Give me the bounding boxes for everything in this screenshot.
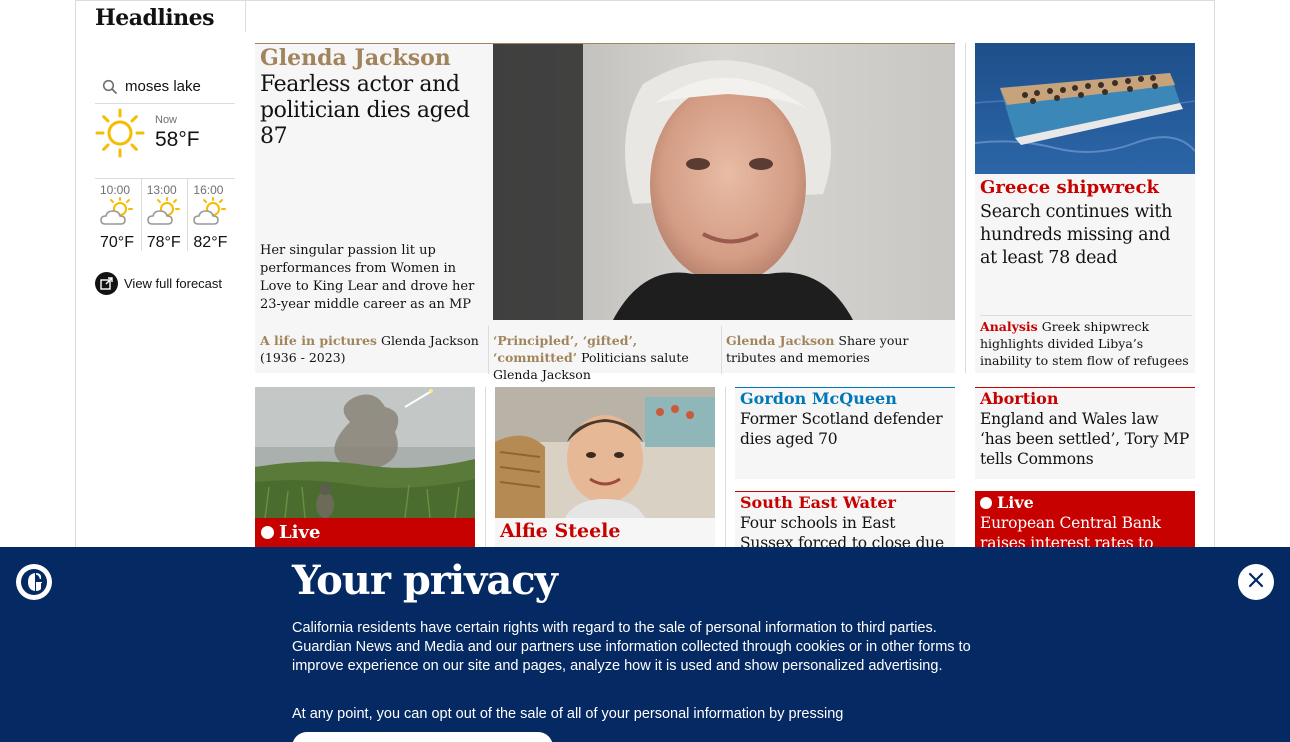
mcqueen-headline: Former Scotland defender dies aged 70 bbox=[740, 410, 943, 448]
greece-kicker: Greece shipwreck bbox=[980, 177, 1159, 198]
mcqueen-kicker: Gordon McQueen bbox=[740, 389, 897, 408]
search-input[interactable]: moses lake bbox=[125, 78, 201, 95]
live-dot-icon bbox=[980, 497, 992, 509]
column-divider bbox=[965, 43, 966, 373]
greece-analysis-sublink[interactable]: Analysis Greek shipwreck highlights divi… bbox=[980, 315, 1192, 369]
privacy-title: Your privacy bbox=[292, 557, 558, 604]
alfie-kicker: Alfie Steele bbox=[500, 520, 621, 542]
gordon-mcqueen-card[interactable]: Gordon McQueen Former Scotland defender … bbox=[735, 387, 955, 479]
column-divider bbox=[725, 387, 726, 547]
greece-headline[interactable]: Search continues with hundreds missing a… bbox=[980, 201, 1192, 270]
greece-shipwreck-card[interactable]: Greece shipwreck Search continues with h… bbox=[975, 43, 1195, 373]
close-icon bbox=[1248, 572, 1264, 592]
live-label: Live bbox=[279, 522, 321, 543]
section-title: Headlines bbox=[95, 5, 215, 31]
sublink-kicker: Glenda Jackson bbox=[726, 333, 835, 348]
forecast-temperature: 70°F bbox=[100, 234, 134, 251]
view-full-forecast-link[interactable]: View full forecast bbox=[95, 272, 222, 295]
privacy-body: California residents have certain rights… bbox=[292, 620, 971, 674]
forecast-temperature: 82°F bbox=[193, 234, 228, 251]
ukraine-live-card[interactable]: Live bbox=[255, 387, 475, 547]
forecast-item: 10:00 70°F bbox=[95, 179, 142, 251]
forecast-time: 10:00 bbox=[100, 183, 131, 197]
lead-sublinks: A life in pictures Glenda Jackson (1936 … bbox=[255, 326, 955, 382]
privacy-body-opt-out: At any point, you can opt out of the sal… bbox=[292, 706, 844, 722]
partly-cloudy-icon bbox=[192, 197, 228, 233]
lead-standfirst: Her singular passion lit up performances… bbox=[260, 243, 475, 312]
forecast-item: 13:00 78°F bbox=[142, 179, 189, 251]
title-divider bbox=[245, 0, 246, 32]
sublink-politicians-salute[interactable]: ‘Principled’, ‘gifted’, ‘committed’ Poli… bbox=[493, 332, 715, 383]
weather-location-search[interactable]: moses lake bbox=[95, 70, 235, 104]
forecast-item: 16:00 82°F bbox=[188, 179, 235, 251]
hourly-forecast: 10:00 70°F 13:00 78°F 16:00 82°F bbox=[95, 178, 235, 251]
sublink-life-in-pictures[interactable]: A life in pictures Glenda Jackson (1936 … bbox=[260, 332, 480, 366]
external-link-icon bbox=[95, 272, 118, 295]
guardian-logo-icon bbox=[16, 564, 52, 600]
forecast-temperature: 78°F bbox=[146, 234, 181, 251]
abortion-headline: England and Wales law ‘has been settled’… bbox=[980, 410, 1190, 468]
ecb-live-label: Live bbox=[997, 493, 1034, 512]
sublink-divider bbox=[488, 326, 489, 374]
forecast-time: 16:00 bbox=[193, 183, 224, 197]
rocket-launch-photo bbox=[255, 387, 475, 518]
shipwreck-boat-photo bbox=[975, 43, 1195, 174]
sublink-share-tributes[interactable]: Glenda Jackson Share your tributes and m… bbox=[726, 332, 946, 366]
column-divider bbox=[485, 387, 486, 547]
close-privacy-button[interactable] bbox=[1238, 564, 1274, 600]
sublink-divider bbox=[721, 326, 722, 374]
weather-now: Now 58°F bbox=[95, 108, 235, 168]
live-indicator: Live bbox=[255, 518, 475, 547]
partly-cloudy-icon bbox=[99, 197, 135, 233]
lead-headline[interactable]: Fearless actor and politician dies aged … bbox=[260, 72, 488, 150]
lead-story-card[interactable]: Glenda Jackson Fearless actor and politi… bbox=[255, 43, 955, 382]
alfie-steele-photo bbox=[495, 387, 715, 518]
south-east-water-card[interactable]: South East Water Four schools in East Su… bbox=[735, 491, 955, 572]
lead-text: Glenda Jackson Fearless actor and politi… bbox=[260, 44, 488, 150]
southeast-kicker: South East Water bbox=[740, 493, 896, 512]
sun-icon bbox=[95, 108, 145, 162]
now-label: Now bbox=[155, 114, 178, 126]
glenda-jackson-photo bbox=[493, 44, 955, 320]
analysis-kicker: Analysis bbox=[980, 319, 1038, 334]
alfie-steele-card[interactable]: Alfie Steele bbox=[495, 387, 715, 547]
abortion-kicker: Abortion bbox=[980, 389, 1059, 408]
top-rule bbox=[75, 0, 1215, 1]
live-dot-icon bbox=[261, 526, 274, 539]
lead-kicker: Glenda Jackson bbox=[260, 45, 451, 71]
do-not-sell-button[interactable]: Do not sell my personal information bbox=[292, 732, 553, 742]
search-icon bbox=[95, 72, 125, 102]
ecb-live-card[interactable]: Live European Central Bank raises intere… bbox=[975, 491, 1195, 572]
privacy-banner: Your privacy California residents have c… bbox=[0, 547, 1290, 742]
ecb-live-indicator: Live bbox=[980, 493, 1190, 513]
sublink-kicker: A life in pictures bbox=[260, 333, 377, 348]
partly-cloudy-icon bbox=[146, 197, 182, 233]
now-temperature: 58°F bbox=[155, 128, 200, 151]
view-full-forecast-label: View full forecast bbox=[124, 276, 223, 291]
abortion-card[interactable]: Abortion England and Wales law ‘has been… bbox=[975, 387, 1195, 479]
forecast-time: 13:00 bbox=[146, 183, 177, 197]
